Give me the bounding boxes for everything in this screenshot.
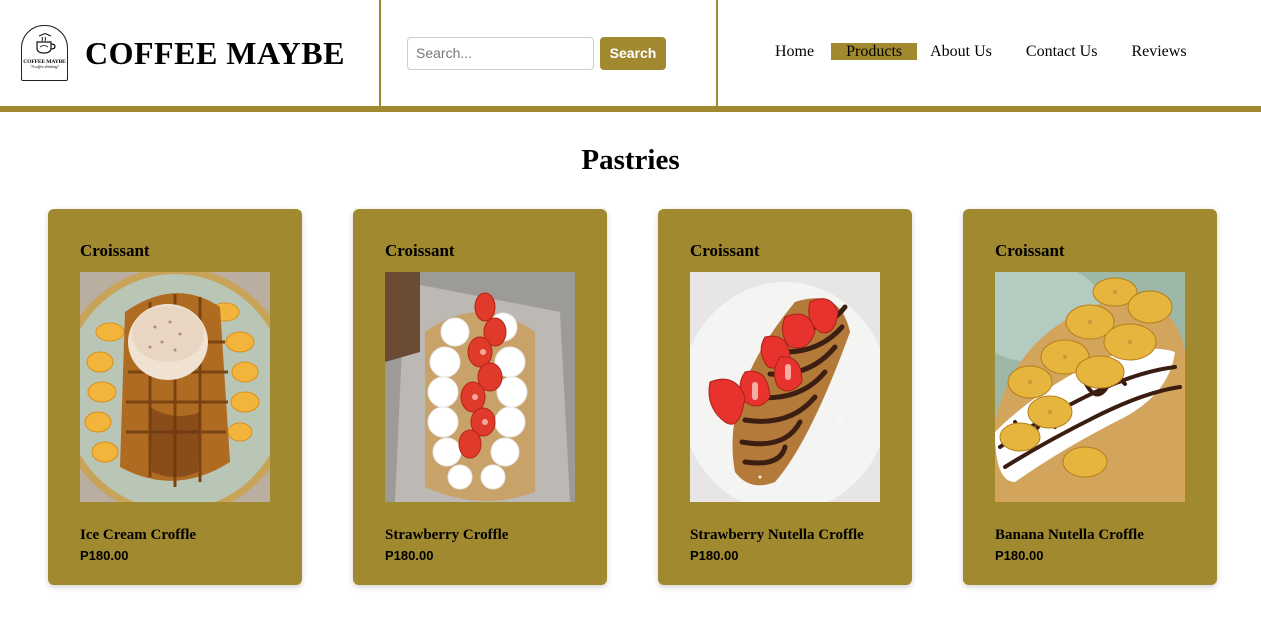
product-price: P180.00 [690, 548, 739, 563]
section-title: Pastries [581, 144, 680, 176]
product-category: Croissant [690, 241, 760, 260]
product-price: P180.00 [385, 548, 434, 563]
main-nav: Home Products About Us Contact Us Review… [718, 0, 1261, 106]
logo[interactable]: COFFEE MAYBE "A coffee drinking" [21, 25, 68, 81]
product-card[interactable]: Croissant [963, 209, 1217, 585]
product-name: Banana Nutella Croffle [995, 527, 1144, 543]
banana-nutella-croffle-photo[interactable] [995, 272, 1185, 502]
product-category: Croissant [995, 241, 1065, 260]
product-price: P180.00 [995, 548, 1044, 563]
brand-area: COFFEE MAYBE "A coffee drinking" COFFEE … [0, 0, 381, 106]
coffee-cup-icon [35, 33, 56, 54]
nav-item-about-us[interactable]: About Us [924, 43, 998, 60]
product-name: Strawberry Croffle [385, 527, 509, 543]
nav-item-home[interactable]: Home [769, 43, 820, 60]
product-card[interactable]: Croissant [658, 209, 912, 585]
product-grid: Croissant Ice Cream Croffle P180.00 Croi… [48, 209, 1218, 585]
strawberry-croffle-photo[interactable] [385, 272, 575, 502]
site-header: COFFEE MAYBE "A coffee drinking" COFFEE … [0, 0, 1261, 112]
search-input[interactable] [407, 36, 594, 70]
nav-item-products[interactable]: Products [831, 42, 918, 60]
logo-tagline: "A coffee drinking" [29, 65, 60, 69]
search-button[interactable]: Search [600, 36, 666, 70]
product-price: P180.00 [80, 548, 129, 563]
ice-cream-croffle-photo[interactable] [80, 272, 270, 502]
nav-item-reviews[interactable]: Reviews [1125, 43, 1192, 60]
nav-item-contact-us[interactable]: Contact Us [1020, 43, 1104, 60]
brand-title[interactable]: COFFEE MAYBE [85, 35, 345, 72]
product-name: Strawberry Nutella Croffle [690, 527, 864, 543]
product-category: Croissant [385, 241, 455, 260]
strawberry-nutella-croffle-photo[interactable] [690, 272, 880, 502]
product-name: Ice Cream Croffle [80, 527, 197, 543]
product-category: Croissant [80, 241, 150, 260]
search-area: Search [381, 0, 718, 106]
product-card[interactable]: Croissant [353, 209, 607, 585]
product-card[interactable]: Croissant [48, 209, 302, 585]
